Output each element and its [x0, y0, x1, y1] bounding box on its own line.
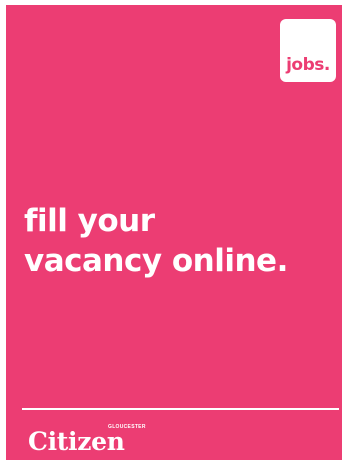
jobs-badge: jobs.	[280, 19, 336, 82]
divider	[22, 408, 339, 410]
advert-panel: jobs. fill your vacancy online. GLOUCEST…	[6, 5, 342, 460]
headline: fill your vacancy online.	[24, 201, 288, 281]
citizen-logo: GLOUCESTER Citizen	[28, 424, 178, 460]
jobs-logo: jobs.	[286, 55, 330, 75]
headline-line-2: vacancy online.	[24, 243, 288, 279]
brand-name: Citizen	[28, 427, 125, 456]
headline-line-1: fill your	[24, 203, 155, 239]
